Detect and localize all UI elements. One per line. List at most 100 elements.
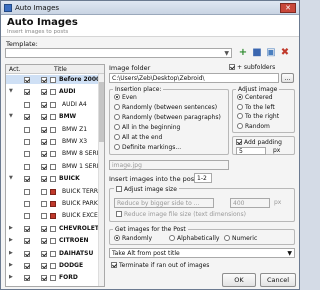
expander-icon[interactable]: ▶	[9, 224, 13, 233]
act-checkbox[interactable]	[24, 263, 30, 269]
act-checkbox[interactable]	[24, 89, 30, 96]
subfolders-checkbox[interactable]: + subfolders	[229, 64, 275, 71]
row-checkbox[interactable]	[41, 89, 47, 96]
row-checkbox[interactable]	[41, 151, 47, 158]
cancel-button[interactable]: Cancel	[260, 273, 296, 287]
insertion-option[interactable]: All in the beginning	[114, 124, 180, 131]
adjust-title: Adjust image	[236, 86, 280, 93]
insert-count-input[interactable]: 1-2	[194, 173, 212, 183]
row-checkbox[interactable]	[41, 176, 47, 183]
adjust-option[interactable]: To the left	[237, 103, 275, 111]
get_images-option[interactable]: Randomly	[114, 235, 152, 242]
terminate-checkbox[interactable]: Terminate if ran out of images	[111, 262, 209, 269]
act-checkbox[interactable]	[24, 151, 30, 158]
tree-row[interactable]: ▶ CHEVROLET	[6, 224, 99, 233]
act-checkbox[interactable]	[24, 250, 30, 257]
row-checkbox[interactable]	[41, 188, 47, 195]
act-checkbox[interactable]	[24, 163, 30, 170]
radio-icon	[237, 122, 243, 129]
add-padding-checkbox[interactable]: Add padding	[236, 139, 282, 146]
padding-input[interactable]: 5	[236, 147, 266, 155]
adjust-option[interactable]: To the right	[237, 113, 279, 120]
act-checkbox[interactable]	[24, 77, 30, 83]
act-checkbox[interactable]	[24, 275, 30, 282]
expander-icon[interactable]: ▼	[9, 87, 13, 96]
insertion-option[interactable]: Even	[114, 94, 137, 101]
insertion-option[interactable]: Randomly (between paragraphs)	[114, 114, 221, 121]
template-select[interactable]: ▼	[5, 48, 232, 58]
scrollbar-thumb[interactable]	[99, 82, 104, 142]
row-checkbox[interactable]	[41, 201, 47, 207]
expander-icon[interactable]: ▶	[9, 273, 13, 282]
adjust-size-checkbox[interactable]: Adjust image size	[114, 186, 179, 193]
tree-row[interactable]: Before 2000	[6, 75, 100, 85]
adjust-option[interactable]: Centered	[237, 94, 273, 101]
act-checkbox[interactable]	[24, 126, 30, 133]
ok-button[interactable]: OK	[222, 273, 256, 287]
tree-row[interactable]: ▶ FORD	[6, 273, 99, 282]
option-label: Alphabetically	[177, 235, 220, 242]
tree-row[interactable]: BMW 8 SERIES	[6, 149, 104, 158]
browse-button[interactable]: ...	[281, 73, 294, 83]
row-checkbox[interactable]	[41, 163, 47, 170]
row-checkbox[interactable]	[41, 114, 47, 121]
alt-select[interactable]: Take Alt from post title ▼	[109, 248, 295, 258]
get_images-option[interactable]: Alphabetically	[169, 235, 219, 242]
add-template-button[interactable]: +	[237, 47, 249, 59]
expander-icon[interactable]: ▼	[9, 112, 13, 121]
row-checkbox[interactable]	[41, 225, 47, 232]
act-checkbox[interactable]	[24, 188, 30, 195]
delete-template-button[interactable]: ✖	[279, 47, 291, 59]
tree-row[interactable]: BUICK PARK AVENU	[6, 199, 104, 208]
row-checkbox[interactable]	[41, 213, 47, 220]
tree-row[interactable]: ▶ CITROEN	[6, 236, 99, 245]
row-checkbox[interactable]	[41, 275, 47, 282]
resize-mode-select[interactable]: Reduce by bigger side to ...	[114, 198, 214, 208]
tree-row[interactable]: BMW X3	[6, 137, 99, 146]
expander-icon[interactable]: ▼	[9, 174, 13, 183]
copy-template-button[interactable]: ▣	[265, 47, 277, 59]
tree-row[interactable]: BUICK TERRAZA	[6, 187, 104, 196]
tree-row[interactable]: ▶ DODGE	[6, 261, 99, 270]
row-checkbox[interactable]	[41, 101, 47, 108]
row-checkbox[interactable]	[41, 250, 47, 257]
expander-icon[interactable]: ▶	[9, 249, 13, 258]
tree-row[interactable]: ▶ DAIHATSU	[6, 249, 99, 258]
row-checkbox[interactable]	[41, 263, 47, 269]
act-checkbox[interactable]	[24, 225, 30, 232]
act-checkbox[interactable]	[24, 238, 30, 245]
row-checkbox[interactable]	[41, 126, 47, 133]
act-checkbox[interactable]	[24, 114, 30, 121]
tree-row[interactable]: BMW Z1	[6, 125, 99, 134]
tree-row[interactable]: BUICK EXCELLE	[6, 211, 104, 220]
act-checkbox[interactable]	[24, 101, 30, 108]
act-checkbox[interactable]	[24, 201, 30, 207]
insertion-option[interactable]: All at the end	[114, 134, 162, 141]
category-tree[interactable]: Act. Title Before 2000 ▼ AUDI AUDI A4 ▼ BMW BM…	[5, 64, 105, 287]
image-ext-input[interactable]: image.jpg	[109, 160, 229, 170]
act-checkbox[interactable]	[24, 213, 30, 220]
tree-row[interactable]: ▼ BMW	[6, 112, 99, 121]
image-folder-input[interactable]: C:\Users\Zeb\Desktop\Zebroid\	[109, 73, 279, 83]
tree-row[interactable]: ▼ BUICK	[6, 174, 99, 183]
tree-row[interactable]: AUDI A4	[6, 100, 99, 109]
get_images-option[interactable]: Numeric	[224, 235, 257, 242]
tree-scrollbar[interactable]	[98, 74, 104, 286]
row-checkbox[interactable]	[41, 139, 47, 145]
row-checkbox[interactable]	[41, 77, 47, 83]
reduce-file-size-checkbox[interactable]: Reduce image file size (text dimensions)	[116, 211, 246, 218]
insertion-option[interactable]: Definite markings...	[114, 144, 181, 151]
expander-icon[interactable]: ▶	[9, 236, 13, 245]
insertion-option[interactable]: Randomly (between sentences)	[114, 104, 217, 111]
title-bar[interactable]: Auto Images ✕	[1, 1, 299, 15]
expander-icon[interactable]: ▶	[9, 261, 13, 270]
act-checkbox[interactable]	[24, 176, 30, 183]
tree-row[interactable]: ▼ AUDI	[6, 87, 99, 96]
act-checkbox[interactable]	[24, 139, 30, 145]
tree-row[interactable]: BMW 1 SERIES	[6, 162, 104, 171]
adjust-option[interactable]: Random	[237, 122, 270, 130]
row-checkbox[interactable]	[41, 238, 47, 245]
resize-value-input[interactable]: 400	[230, 198, 270, 208]
save-template-button[interactable]: ■	[251, 47, 263, 59]
close-button[interactable]: ✕	[280, 3, 296, 13]
